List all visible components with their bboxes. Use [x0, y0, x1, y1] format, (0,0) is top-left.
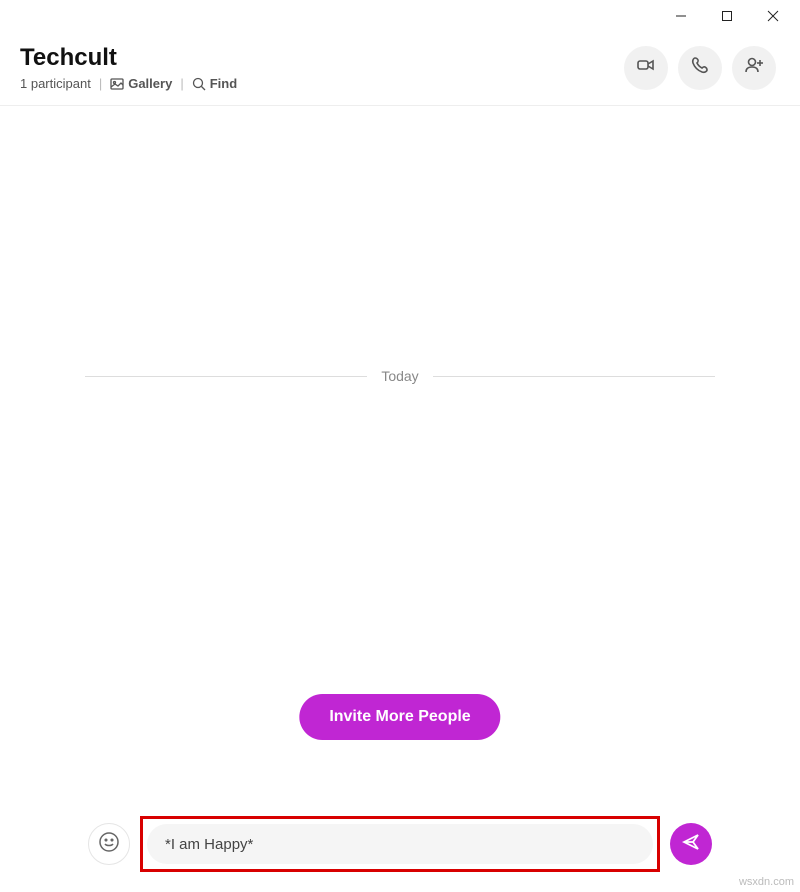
invite-more-people-button[interactable]: Invite More People — [299, 694, 500, 740]
search-icon — [192, 77, 206, 91]
find-label: Find — [210, 76, 237, 91]
phone-icon — [690, 55, 710, 80]
send-icon — [681, 832, 701, 857]
send-button[interactable] — [670, 823, 712, 865]
participants-label[interactable]: 1 participant — [20, 76, 91, 91]
maximize-button[interactable] — [704, 0, 750, 32]
smile-icon — [98, 831, 120, 858]
message-input[interactable] — [147, 824, 653, 864]
emoji-button[interactable] — [88, 823, 130, 865]
find-button[interactable]: Find — [192, 76, 237, 91]
watermark: wsxdn.com — [739, 876, 794, 888]
add-people-button[interactable] — [732, 46, 776, 90]
audio-call-button[interactable] — [678, 46, 722, 90]
composer — [0, 816, 800, 872]
chat-header: Techcult 1 participant | Gallery | Find — [0, 32, 800, 106]
gallery-button[interactable]: Gallery — [110, 76, 172, 91]
video-icon — [635, 54, 657, 81]
header-actions — [624, 46, 776, 90]
window-titlebar — [0, 0, 800, 32]
divider: | — [180, 76, 183, 91]
divider: | — [99, 76, 102, 91]
minimize-button[interactable] — [658, 0, 704, 32]
gallery-icon — [110, 77, 124, 91]
gallery-label: Gallery — [128, 76, 172, 91]
chat-body: Today Invite More People — [0, 106, 800, 726]
video-call-button[interactable] — [624, 46, 668, 90]
close-button[interactable] — [750, 0, 796, 32]
composer-highlight — [140, 816, 660, 872]
person-add-icon — [743, 54, 765, 81]
date-label: Today — [381, 368, 418, 384]
chat-title[interactable]: Techcult — [20, 44, 237, 72]
date-divider: Today — [85, 368, 715, 384]
